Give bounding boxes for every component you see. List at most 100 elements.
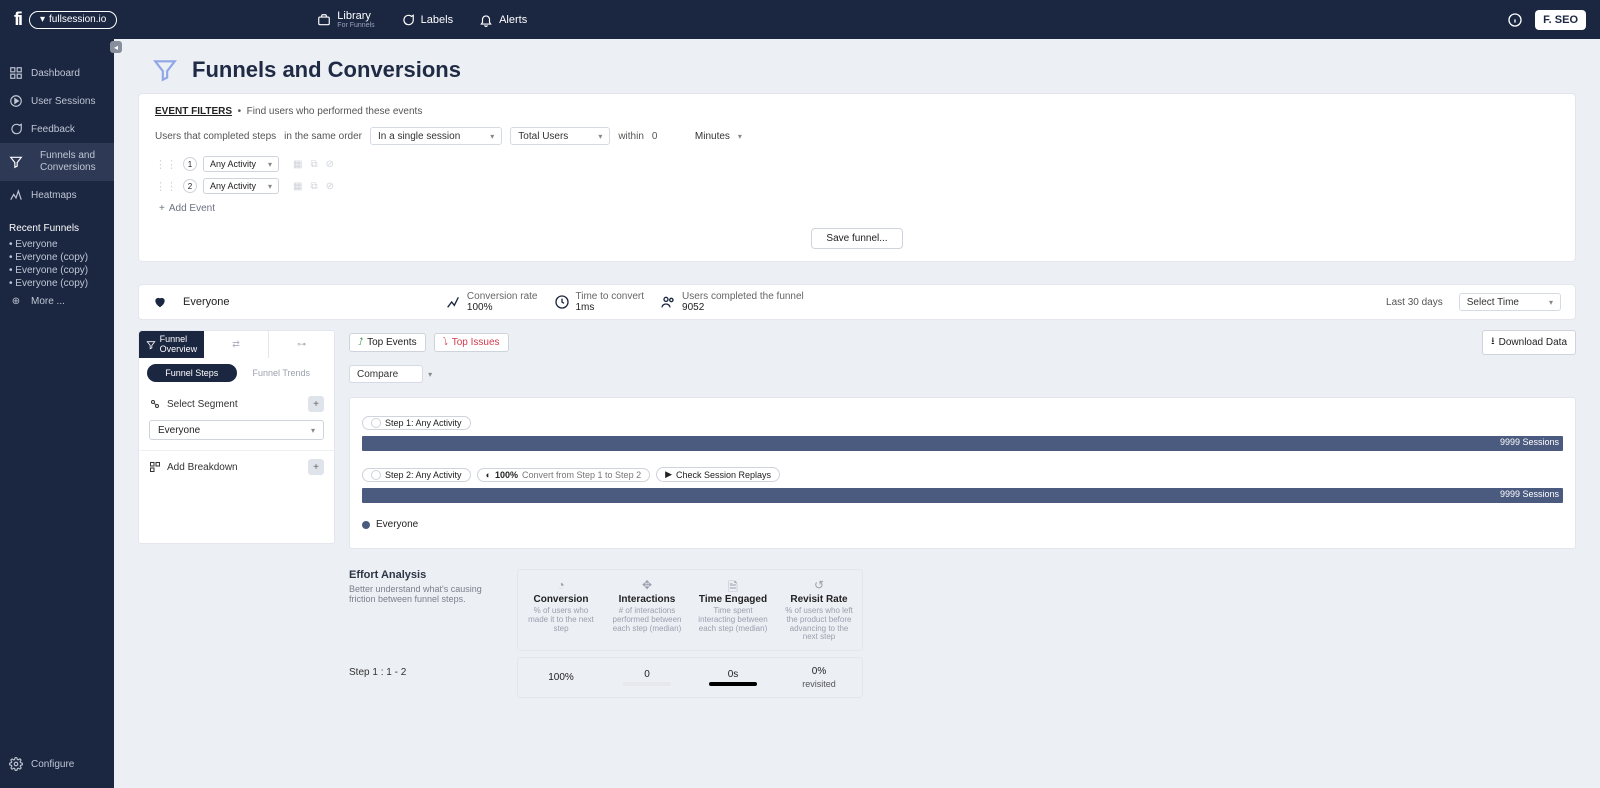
within-unit-select[interactable]: Minutes▾: [688, 127, 749, 145]
stat-users-completed: Users completed the funnel9052: [660, 291, 804, 313]
event-filters-card: EVENT FILTERS • Find users who performed…: [138, 93, 1576, 262]
recent-funnel-item[interactable]: Everyone (copy): [9, 251, 105, 264]
sidebar-item-dashboard[interactable]: Dashboard: [0, 59, 114, 87]
step-activity-select[interactable]: Any Activity▾: [203, 178, 279, 194]
sparkline-bar: [709, 682, 757, 686]
top-issues-button[interactable]: ⭝ Top Issues: [434, 333, 509, 352]
legend-dot-icon: [362, 521, 370, 529]
effort-step-label: Step 1 : 1 - 2: [349, 667, 497, 678]
collapse-sidebar-icon[interactable]: ◂: [110, 41, 122, 53]
more-icon: ⊕: [9, 294, 23, 308]
download-icon: ⭳: [1491, 334, 1495, 351]
copy-icon[interactable]: ⧉: [310, 181, 317, 192]
sidebar-label: User Sessions: [31, 96, 95, 107]
date-range-label: Last 30 days: [1386, 297, 1443, 308]
add-breakdown-label: Add Breakdown: [167, 462, 238, 473]
tab-middle[interactable]: ⇄: [204, 331, 270, 358]
app-logo: fi: [14, 9, 21, 30]
dashboard-icon: [9, 66, 23, 80]
sidebar-item-sessions[interactable]: User Sessions: [0, 87, 114, 115]
save-funnel-button[interactable]: Save funnel...: [811, 228, 902, 249]
funnel-bar-step2[interactable]: 9999 Sessions: [362, 488, 1563, 503]
step-number: 2: [183, 179, 197, 193]
info-icon[interactable]: [1507, 12, 1523, 28]
funnel-icon: [146, 340, 156, 350]
org-switcher[interactable]: ▾ fullsession.io: [29, 11, 117, 29]
top-events-button[interactable]: ⭜ Top Events: [349, 333, 426, 352]
recent-funnel-item[interactable]: Everyone (copy): [9, 264, 105, 277]
segment-name: Everyone: [183, 296, 229, 308]
step-activity-select[interactable]: Any Activity▾: [203, 156, 279, 172]
session-scope-select[interactable]: In a single session▾: [370, 127, 502, 145]
recent-more[interactable]: ⊕ More ...: [0, 290, 114, 315]
drag-handle-icon[interactable]: ⋮⋮: [155, 180, 177, 193]
tab-funnel-overview[interactable]: FunnelOverview: [139, 331, 204, 358]
filters-text: in the same order: [284, 131, 362, 142]
time-engaged-icon: 🗎: [696, 578, 770, 592]
delete-icon[interactable]: ⊘: [326, 159, 334, 170]
chevron-down-icon: ▾: [598, 132, 602, 141]
chevron-down-icon: ▾: [311, 426, 315, 435]
metric-value: 0: [644, 669, 650, 680]
clock-icon: [554, 294, 570, 310]
effort-title: Effort Analysis: [349, 569, 497, 581]
nav-alerts[interactable]: Alerts: [479, 10, 527, 29]
chevron-down-icon: ▾: [40, 14, 45, 25]
recent-funnel-item[interactable]: Everyone: [9, 238, 105, 251]
filters-title: EVENT FILTERS: [155, 106, 232, 117]
play-circle-icon: ▶: [665, 469, 672, 480]
download-data-button[interactable]: ⭳ Download Data: [1482, 330, 1576, 355]
metric-value: 100%: [548, 672, 574, 683]
user-metric-select[interactable]: Total Users▾: [510, 127, 610, 145]
funnel-right-column: ⭜ Top Events ⭝ Top Issues ⭳ Download Dat…: [349, 330, 1576, 698]
main-content: Funnels and Conversions EVENT FILTERS • …: [114, 39, 1600, 788]
sidebar-item-configure[interactable]: Configure: [0, 750, 114, 778]
filter-icon[interactable]: ▦: [293, 181, 302, 192]
sidebar-item-feedback[interactable]: Feedback: [0, 115, 114, 143]
pill-funnel-trends[interactable]: Funnel Trends: [237, 364, 327, 382]
filter-icon[interactable]: ▦: [293, 159, 302, 170]
chevron-down-icon: ▾: [268, 160, 272, 169]
sidebar-item-heatmaps[interactable]: Heatmaps: [0, 181, 114, 209]
compare-select[interactable]: Compare▾: [349, 365, 423, 383]
copy-icon[interactable]: ⧉: [310, 159, 317, 170]
pill-funnel-steps[interactable]: Funnel Steps: [147, 364, 237, 382]
segment-icon: [149, 398, 161, 410]
nav-labels[interactable]: Labels: [401, 10, 453, 29]
chart-legend: Everyone: [362, 519, 1563, 530]
stat-time-convert: Time to convert1ms: [554, 291, 645, 313]
user-menu[interactable]: F. SEO: [1535, 10, 1586, 30]
select-segment-label: Select Segment: [167, 399, 238, 410]
delete-icon[interactable]: ⊘: [326, 181, 334, 192]
bar-value: 9999 Sessions: [1500, 489, 1559, 499]
chevron-down-icon: ▾: [268, 182, 272, 191]
bar-value: 9999 Sessions: [1500, 437, 1559, 447]
conversion-icon: ◔: [524, 578, 598, 592]
filter-step-row: ⋮⋮ 2 Any Activity▾ ▦ ⧉ ⊘: [155, 175, 1559, 197]
overview-panel: FunnelOverview ⇄ ⊶ Funnel Steps Funnel T…: [138, 330, 335, 544]
add-breakdown-button[interactable]: +: [308, 459, 324, 475]
chevron-down-icon: ▾: [1549, 298, 1553, 307]
configure-label: Configure: [31, 759, 74, 770]
sidebar: ◂ Dashboard User Sessions Feedback Funne…: [0, 39, 114, 788]
funnel-bar-step1[interactable]: 9999 Sessions: [362, 436, 1563, 451]
filter-step-row: ⋮⋮ 1 Any Activity▾ ▦ ⧉ ⊘: [155, 153, 1559, 175]
filters-text: Users that completed steps: [155, 131, 276, 142]
add-segment-button[interactable]: +: [308, 396, 324, 412]
sparkline-bar: [623, 682, 671, 686]
sidebar-item-funnels[interactable]: Funnels and Conversions: [0, 143, 114, 181]
tab-right[interactable]: ⊶: [269, 331, 334, 358]
segment-select[interactable]: Everyone▾: [149, 420, 324, 440]
within-value[interactable]: 0: [652, 131, 680, 142]
chat-icon: [401, 13, 415, 27]
recent-funnel-item[interactable]: Everyone (copy): [9, 277, 105, 290]
bell-icon: [479, 13, 493, 27]
nav-labels-label: Labels: [421, 14, 453, 26]
drag-handle-icon[interactable]: ⋮⋮: [155, 158, 177, 171]
users-icon: [660, 294, 676, 310]
chevron-down-icon: ▾: [428, 370, 432, 379]
nav-library[interactable]: Library For Funnels: [317, 10, 374, 29]
add-event-button[interactable]: + Add Event: [159, 203, 1559, 214]
time-range-select[interactable]: Select Time▾: [1459, 293, 1561, 311]
check-session-replays[interactable]: ▶ Check Session Replays: [656, 467, 780, 482]
